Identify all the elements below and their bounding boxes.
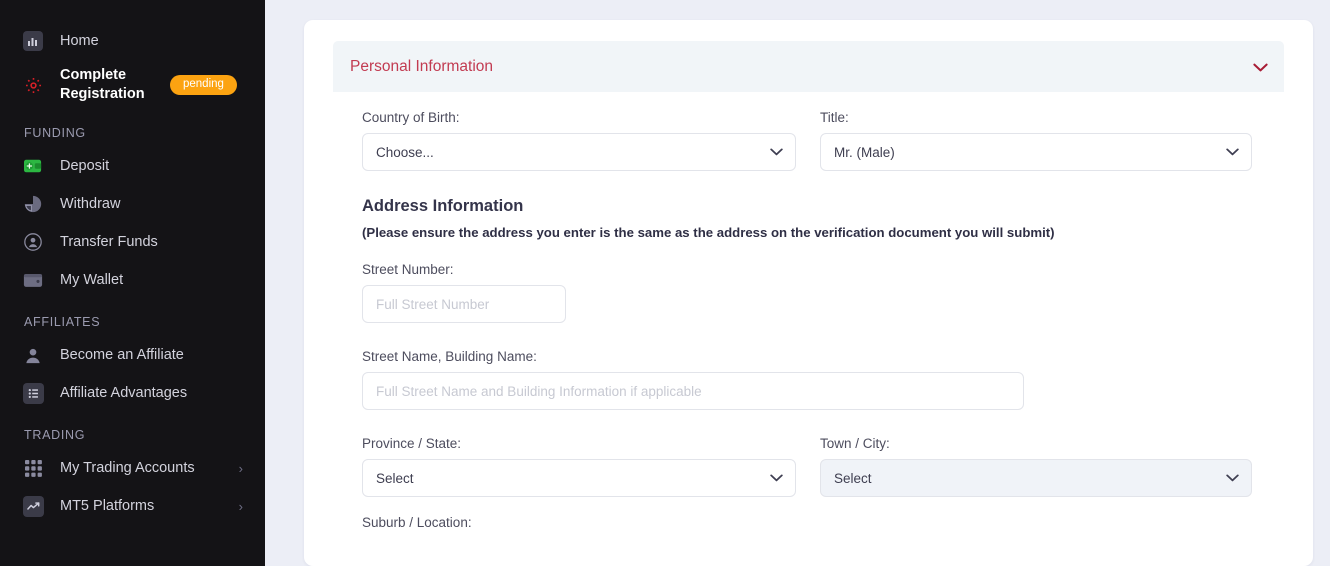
main-content: Personal Information Country of Birth: C…: [265, 0, 1330, 566]
chevron-right-icon[interactable]: ›: [239, 499, 247, 514]
field-town-city: Town / City: Select: [820, 436, 1252, 497]
province-state-select[interactable]: Select: [362, 459, 796, 497]
trend-up-icon: [20, 495, 46, 517]
form-row-street-number: Street Number:: [362, 262, 1284, 323]
sidebar-item-become-an-affiliate[interactable]: Become an Affiliate: [0, 336, 265, 374]
street-number-input[interactable]: [376, 296, 552, 312]
province-state-label: Province / State:: [362, 436, 462, 451]
sidebar-item-transfer-funds[interactable]: Transfer Funds: [0, 223, 265, 261]
title-select[interactable]: Mr. (Male): [820, 133, 1252, 171]
street-name-label: Street Name, Building Name:: [362, 349, 537, 364]
user-icon: [20, 344, 46, 366]
app-root: Home Complete Registration pending FUNDI…: [0, 0, 1330, 566]
sidebar-section-affiliates: AFFILIATES: [24, 315, 101, 329]
sidebar-item-complete-registration[interactable]: Complete Registration pending: [0, 60, 265, 110]
wallet-icon: [20, 269, 46, 291]
sidebar-item-my-trading-accounts[interactable]: My Trading Accounts ›: [0, 449, 265, 487]
field-street-number: Street Number:: [362, 262, 566, 323]
list-icon: [20, 382, 46, 404]
title-value: Mr. (Male): [834, 144, 895, 160]
sidebar-item-mt5-platforms[interactable]: MT5 Platforms ›: [0, 487, 265, 525]
sidebar-item-label: Transfer Funds: [60, 233, 158, 250]
grid-icon: [20, 457, 46, 479]
chevron-down-icon: [770, 472, 783, 484]
form-row-identity: Country of Birth: Choose... Title: Mr. (…: [362, 110, 1284, 171]
wallet-plus-icon: [20, 155, 46, 177]
country-of-birth-select[interactable]: Choose...: [362, 133, 796, 171]
street-name-control[interactable]: [362, 372, 1024, 410]
chevron-down-icon: [770, 146, 783, 158]
sidebar-item-label: My Trading Accounts: [60, 459, 195, 476]
form-row-suburb: Suburb / Location:: [362, 515, 1284, 538]
sidebar-item-my-wallet[interactable]: My Wallet: [0, 261, 265, 299]
field-street-name: Street Name, Building Name:: [362, 349, 1024, 410]
title-label: Title:: [820, 110, 849, 125]
sidebar-item-label: Withdraw: [60, 195, 121, 212]
sidebar-item-deposit[interactable]: Deposit: [0, 147, 265, 185]
gear-icon: [20, 74, 46, 96]
sidebar-item-label: Affiliate Advantages: [60, 384, 188, 401]
address-information-heading: Address Information: [362, 197, 524, 215]
chevron-right-icon[interactable]: ›: [239, 461, 247, 476]
town-city-label: Town / City:: [820, 436, 890, 451]
sidebar-item-label: Home: [60, 32, 99, 49]
chevron-down-icon: [1226, 146, 1239, 158]
field-suburb-location: Suburb / Location:: [362, 515, 796, 538]
sidebar-item-label: My Wallet: [60, 271, 124, 288]
street-number-control[interactable]: [362, 285, 566, 323]
sidebar: Home Complete Registration pending FUNDI…: [0, 0, 265, 566]
card-header[interactable]: Personal Information: [333, 41, 1284, 92]
chevron-down-icon: [1226, 472, 1239, 484]
street-number-label: Street Number:: [362, 262, 454, 277]
form-row-region: Province / State: Select Town / City: Se…: [362, 436, 1284, 497]
street-name-input[interactable]: [376, 383, 1010, 399]
sidebar-item-affiliate-advantages[interactable]: Affiliate Advantages: [0, 374, 265, 412]
bar-chart-icon: [20, 30, 46, 52]
field-country-of-birth: Country of Birth: Choose...: [362, 110, 796, 171]
field-province-state: Province / State: Select: [362, 436, 796, 497]
sidebar-item-label: MT5 Platforms: [60, 497, 155, 514]
town-city-select[interactable]: Select: [820, 459, 1252, 497]
sidebar-section-trading: TRADING: [24, 428, 86, 442]
field-title: Title: Mr. (Male): [820, 110, 1252, 171]
form-row-street-name: Street Name, Building Name:: [362, 349, 1284, 410]
status-badge-pending: pending: [170, 75, 237, 95]
sidebar-item-label: Become an Affiliate: [60, 346, 184, 363]
sidebar-item-label: Deposit: [60, 157, 110, 174]
country-of-birth-label: Country of Birth:: [362, 110, 460, 125]
sidebar-item-label: Complete Registration: [60, 67, 145, 102]
chevron-down-icon[interactable]: [1253, 60, 1268, 74]
sidebar-item-withdraw[interactable]: Withdraw: [0, 185, 265, 223]
user-circle-icon: [20, 231, 46, 253]
town-city-value: Select: [834, 470, 872, 486]
province-state-value: Select: [376, 470, 414, 486]
page-title: Personal Information: [350, 57, 494, 75]
personal-information-card: Personal Information Country of Birth: C…: [304, 20, 1313, 566]
sidebar-item-home[interactable]: Home: [0, 22, 265, 60]
address-information-note: (Please ensure the address you enter is …: [362, 225, 1055, 240]
pie-chart-icon: [20, 193, 46, 215]
suburb-location-label: Suburb / Location:: [362, 515, 472, 530]
sidebar-section-funding: FUNDING: [24, 126, 86, 140]
card-body: Country of Birth: Choose... Title: Mr. (…: [304, 92, 1313, 538]
country-of-birth-value: Choose...: [376, 144, 434, 160]
